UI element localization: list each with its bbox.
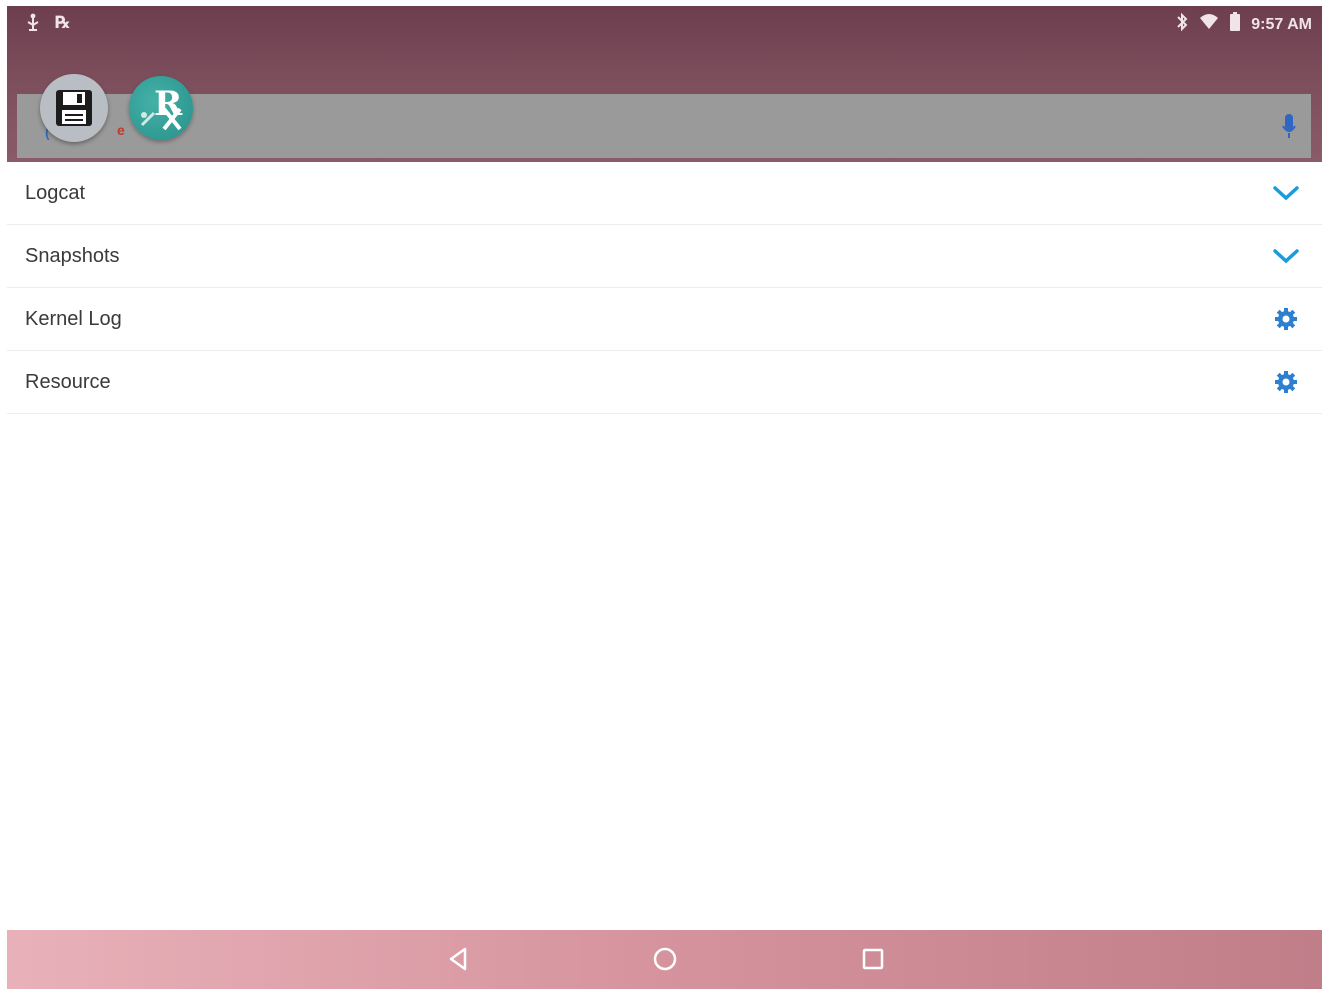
rx-notification-icon: ℞ xyxy=(55,13,71,32)
list-item-snapshots[interactable]: Snapshots xyxy=(7,225,1322,288)
search-hint-fragment: e xyxy=(117,122,125,138)
mic-icon[interactable] xyxy=(1282,114,1296,140)
clock: 9:57 AM xyxy=(1251,16,1312,33)
log-category-list: Logcat Snapshots Kernel Log Resource xyxy=(7,162,1322,414)
wifi-icon xyxy=(1199,13,1219,37)
status-left: ℞ xyxy=(25,12,70,40)
list-item-label: Snapshots xyxy=(25,244,120,267)
list-item-kernel-log[interactable]: Kernel Log xyxy=(7,288,1322,351)
rx-icon[interactable]: R xyxy=(129,76,193,140)
usb-debug-icon xyxy=(25,12,41,40)
chevron-down-icon[interactable] xyxy=(1272,180,1300,206)
gear-icon[interactable] xyxy=(1272,306,1300,332)
recents-icon[interactable] xyxy=(858,944,888,974)
floating-app-icons: ( e R xyxy=(37,72,207,150)
status-bar: ℞ 9:57 AM xyxy=(7,6,1322,42)
list-item-resource[interactable]: Resource xyxy=(7,351,1322,414)
search-bar[interactable] xyxy=(17,94,1311,158)
gear-icon[interactable] xyxy=(1272,369,1300,395)
device-screen: ℞ 9:57 AM (e R Logcat Snapshots Kernel … xyxy=(7,6,1322,989)
back-icon[interactable] xyxy=(443,944,473,974)
list-item-label: Resource xyxy=(25,370,111,393)
bluetooth-icon xyxy=(1175,12,1189,38)
status-right: 9:57 AM xyxy=(1175,12,1312,38)
chevron-down-icon[interactable] xyxy=(1272,243,1300,269)
list-item-label: Logcat xyxy=(25,181,86,204)
list-item-logcat[interactable]: Logcat xyxy=(7,162,1322,225)
home-icon[interactable] xyxy=(650,944,680,974)
battery-icon xyxy=(1229,12,1241,38)
app-header: ℞ 9:57 AM (e R xyxy=(7,6,1322,162)
svg-text:R: R xyxy=(154,84,183,124)
list-item-label: Kernel Log xyxy=(25,307,122,330)
navigation-bar xyxy=(7,930,1322,989)
save-icon[interactable] xyxy=(40,74,108,142)
